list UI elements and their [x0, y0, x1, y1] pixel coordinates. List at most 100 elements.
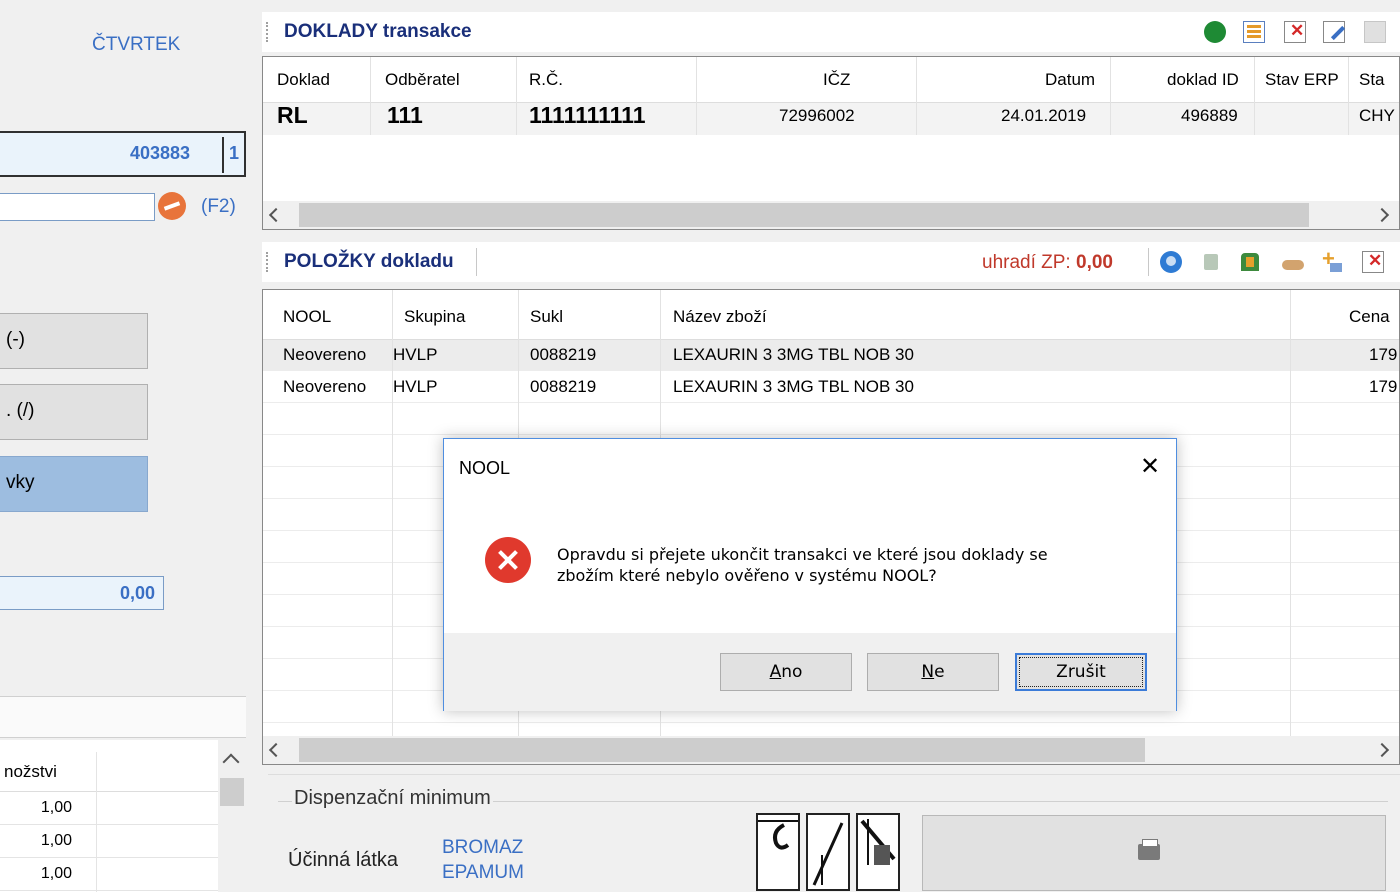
column-header[interactable]: doklad ID [1167, 70, 1239, 90]
no-button[interactable]: Ne [867, 653, 999, 691]
pictogram-icon [756, 813, 800, 891]
left-grid-header: nožstvi [0, 752, 218, 792]
uhradi-zp: uhradí ZP: 0,00 [982, 252, 1113, 273]
nazev-cell: LEXAURIN 3 3MG TBL NOB 30 [673, 345, 914, 364]
items-button[interactable]: vky [0, 456, 148, 512]
document-suffix: 1 [229, 143, 240, 163]
flag-icon[interactable] [1200, 251, 1222, 273]
section-title: POLOŽKY dokladu [284, 251, 454, 272]
skupina-cell: HVLP [393, 377, 438, 396]
yes-button[interactable]: Ano [720, 653, 852, 691]
chevron-up-icon[interactable] [222, 753, 240, 771]
document-number-box[interactable]: 403883 1 [0, 131, 246, 177]
printer-icon [1138, 839, 1160, 860]
quantity-column-header: nožstvi [4, 762, 57, 781]
ucinna-latka-value: BROMAZ EPAMUM [442, 837, 524, 883]
error-icon [485, 537, 531, 583]
dispenzacni-panel: Dispenzační minimum Účinná látka BROMAZ … [268, 774, 1400, 892]
sukl-cell: 0088219 [530, 377, 597, 396]
left-grid: nožstvi 1,00 1,00 1,00 [0, 740, 246, 892]
section-title: DOKLADY transakce [284, 21, 472, 42]
delete-icon[interactable] [1284, 21, 1306, 43]
column-header[interactable]: Název zboží [673, 307, 767, 327]
chevron-right-icon[interactable] [1374, 742, 1390, 758]
confirm-dialog: NOOL ✕ Opravdu si přejete ukončit transa… [443, 438, 1177, 711]
quantity-cell: 1,00 [40, 865, 72, 882]
total-value: 0,00 [0, 576, 164, 610]
sukl-cell: 0088219 [530, 345, 597, 364]
skupina-cell: HVLP [393, 345, 438, 364]
slash-button[interactable]: . (/) [0, 384, 148, 440]
pictogram-icon [806, 813, 850, 891]
people-icon[interactable] [1238, 251, 1260, 273]
toolbar-grip [266, 252, 268, 272]
datum-cell: 24.01.2019 [1001, 106, 1087, 125]
nool-cell: Neovereno [283, 377, 367, 396]
column-header[interactable]: Stav ERP [1265, 70, 1339, 90]
table-row[interactable]: 1,00 [0, 792, 218, 825]
doklad-cell: RL [277, 102, 308, 128]
grid-divider [96, 752, 97, 892]
left-strip [0, 696, 246, 738]
cena-cell: 179 [1369, 345, 1398, 364]
chevron-right-icon[interactable] [1374, 207, 1390, 223]
column-header[interactable]: Odběratel [385, 70, 460, 90]
print-button[interactable] [922, 815, 1386, 891]
dialog-title: NOOL [459, 458, 511, 478]
quantity-cell: 1,00 [40, 832, 72, 849]
scrollbar-thumb[interactable] [220, 778, 244, 806]
status-green-icon[interactable] [1204, 21, 1226, 43]
hand-icon[interactable] [1281, 251, 1304, 273]
toolbar-grip [266, 22, 268, 42]
table-row[interactable]: 1,00 [0, 825, 218, 858]
globe-icon[interactable] [1160, 251, 1182, 273]
column-header[interactable]: Cena [1349, 307, 1390, 327]
nazev-cell: LEXAURIN 3 3MG TBL NOB 30 [673, 377, 914, 396]
nool-cell: Neovereno [283, 345, 367, 364]
chevron-left-icon[interactable] [268, 742, 284, 758]
odberatel-cell: 111 [387, 102, 423, 128]
document-number: 403883 [130, 143, 191, 163]
scrollbar-thumb[interactable] [299, 203, 1309, 227]
scrollbar-thumb[interactable] [299, 738, 1145, 762]
column-header[interactable]: Datum [1045, 70, 1095, 90]
disabled-icon [1364, 21, 1386, 43]
left-panel: ČTVRTEK 403883 1 (F2) (-) . (/) vky 0,00… [0, 0, 250, 892]
doklad-id-cell: 496889 [1181, 106, 1238, 125]
list-icon[interactable] [1243, 21, 1265, 43]
dialog-footer: Ano Ne Zrušit [444, 633, 1176, 711]
minus-button[interactable]: (-) [0, 313, 148, 369]
close-icon[interactable]: ✕ [1136, 453, 1164, 481]
code-input[interactable] [0, 193, 155, 221]
separator [1148, 248, 1149, 276]
column-header[interactable]: Sta [1359, 70, 1385, 90]
column-header[interactable]: Skupina [404, 307, 465, 327]
column-header[interactable]: Sukl [530, 307, 563, 327]
rc-cell: 1111111111 [529, 102, 646, 128]
column-header[interactable]: NOOL [283, 307, 331, 327]
quantity-cell: 1,00 [40, 799, 72, 816]
weekday-label: ČTVRTEK [92, 34, 181, 55]
vertical-scrollbar[interactable] [218, 740, 246, 892]
shortcut-f2-label: (F2) [201, 196, 236, 217]
horizontal-scrollbar[interactable] [263, 201, 1399, 229]
doklady-table: Doklad Odběratel R.Č. IČZ Datum doklad I… [262, 56, 1400, 230]
edit-icon[interactable] [1323, 21, 1345, 43]
column-header[interactable]: Doklad [277, 70, 330, 90]
dialog-message: Opravdu si přejete ukončit transakci ve … [557, 545, 1048, 585]
add-item-icon[interactable] [1320, 246, 1342, 273]
cena-cell: 179 [1369, 377, 1398, 396]
column-header[interactable]: IČZ [823, 70, 850, 90]
polozky-header: POLOŽKY dokladu uhradí ZP: 0,00 [262, 242, 1400, 282]
chevron-left-icon[interactable] [268, 207, 284, 223]
delete-icon[interactable] [1362, 251, 1384, 273]
doklady-header: DOKLADY transakce [262, 12, 1400, 52]
group-title: Dispenzační minimum [292, 787, 493, 810]
table-row[interactable]: 1,00 [0, 858, 218, 891]
box-separator [222, 137, 224, 173]
cancel-icon[interactable] [158, 192, 186, 220]
horizontal-scrollbar[interactable] [263, 736, 1399, 764]
column-header[interactable]: R.Č. [529, 70, 563, 90]
separator [476, 248, 477, 276]
cancel-button[interactable]: Zrušit [1015, 653, 1147, 691]
